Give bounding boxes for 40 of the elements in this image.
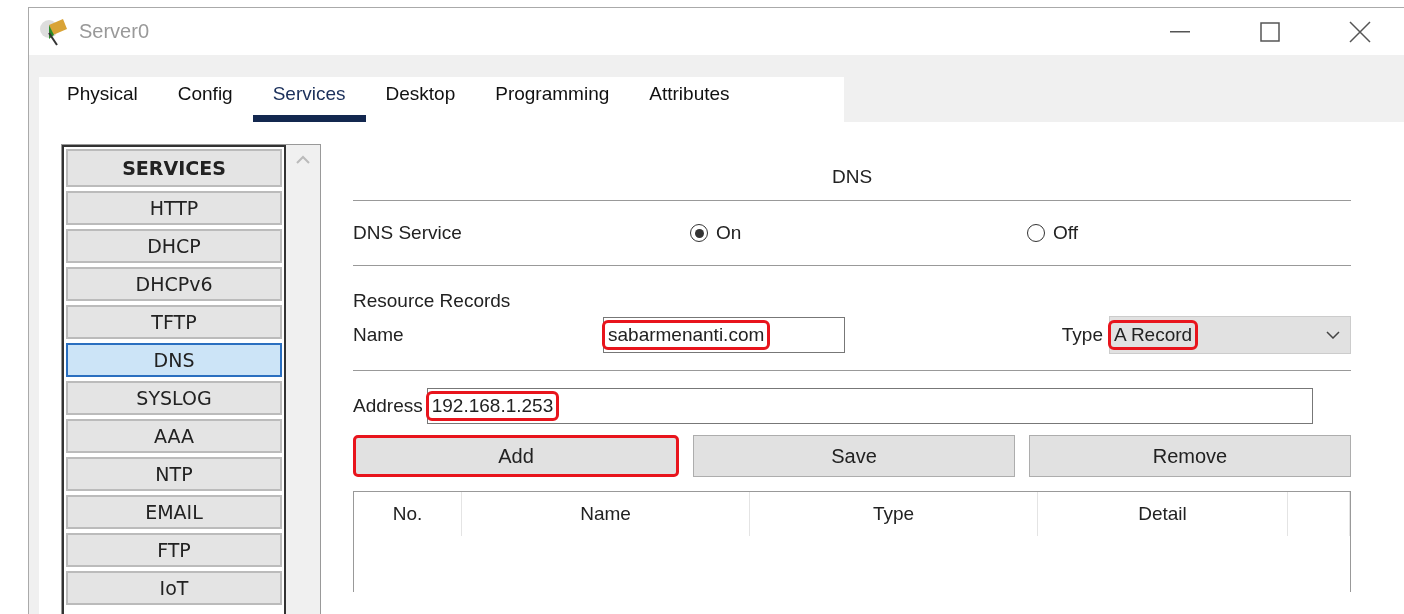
minimize-icon — [1170, 30, 1190, 33]
action-button[interactable]: Add — [353, 435, 679, 477]
tab[interactable]: Desktop — [365, 77, 476, 122]
tab[interactable]: Physical — [47, 77, 158, 122]
column-header: Detail — [1138, 503, 1187, 525]
service-item[interactable]: FTP — [66, 533, 282, 567]
action-button[interactable]: Save — [693, 435, 1015, 477]
service-label: DNS Service — [353, 222, 463, 244]
panel-title: DNS — [831, 166, 873, 187]
action-button[interactable]: Remove — [1029, 435, 1351, 477]
name-field[interactable]: sabarmenanti.com — [603, 317, 845, 353]
service-item[interactable]: EMAIL — [66, 495, 282, 529]
service-item[interactable]: SYSLOG — [66, 381, 282, 415]
service-item[interactable]: DHCP — [66, 229, 282, 263]
chevron-down-icon — [1326, 331, 1340, 339]
column-header: No. — [392, 503, 423, 525]
tab[interactable]: Attributes — [629, 77, 750, 122]
type-dropdown[interactable]: A Record — [1109, 316, 1351, 354]
tab[interactable]: Config — [157, 77, 253, 122]
service-item[interactable]: DHCPv6 — [66, 267, 282, 301]
section-label: Resource Records — [353, 290, 511, 312]
address-field[interactable]: 192.168.1.253 — [426, 388, 1313, 424]
column-header: Type — [872, 503, 915, 525]
radio-label: Off — [1053, 222, 1078, 244]
close-icon — [1349, 20, 1371, 43]
maximize-icon — [1260, 21, 1280, 42]
service-item[interactable]: TFTP — [66, 305, 282, 339]
service-item[interactable]: HTTP — [66, 191, 282, 225]
service-item[interactable]: AAA — [66, 419, 282, 453]
field-label: Name — [353, 324, 405, 346]
service-item[interactable]: NTP — [66, 457, 282, 491]
radio-label: On — [716, 222, 742, 244]
tab[interactable]: Programming — [475, 77, 630, 122]
service-item[interactable]: IoT — [66, 571, 282, 605]
window-title: Server0 — [79, 20, 151, 43]
column-header: Name — [580, 503, 631, 525]
service-item[interactable]: DNS — [66, 343, 282, 377]
services-heading: SERVICES — [66, 149, 282, 187]
field-label: Type — [1061, 324, 1103, 346]
field-label: Address — [353, 395, 423, 417]
